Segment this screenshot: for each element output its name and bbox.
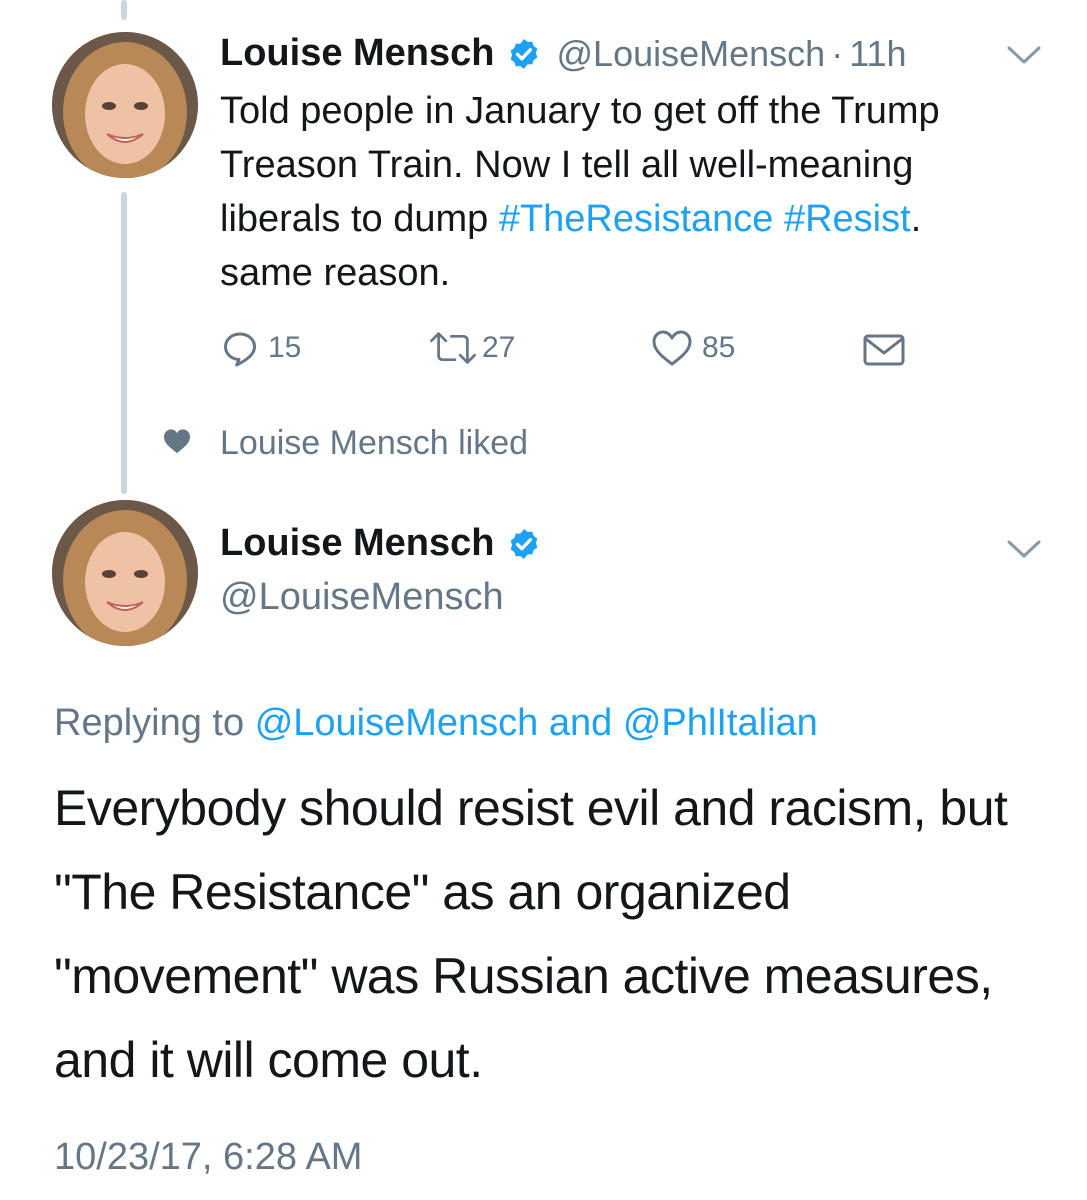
liked-context-text[interactable]: Louise Mensch liked (220, 424, 528, 463)
like-count: 85 (702, 331, 736, 364)
liked-context: Louise Mensch liked (162, 424, 528, 463)
author-handle[interactable]: @LouiseMensch (557, 33, 826, 75)
chevron-down-icon[interactable] (1006, 538, 1042, 560)
retweet-count: 27 (482, 331, 516, 364)
author-handle[interactable]: @LouiseMensch (220, 576, 504, 619)
reply-icon (220, 328, 260, 368)
tweet-1-header: Louise Mensch @LouiseMensch · 11h (220, 32, 907, 75)
thread-line-top (121, 0, 127, 20)
tweet-time[interactable]: 11h (849, 33, 906, 75)
separator-dot: · (831, 32, 844, 74)
reply-count: 15 (268, 331, 302, 364)
hashtag-space (773, 198, 784, 240)
tweet-timestamp[interactable]: 10/23/17, 6:28 AM (54, 1136, 362, 1179)
avatar[interactable] (52, 32, 198, 178)
hashtag-resist[interactable]: #Resist (784, 198, 911, 240)
reply-button[interactable]: 15 (220, 328, 301, 368)
replying-to: Replying to @LouiseMensch and @PhlItalia… (54, 702, 818, 745)
replying-and: and (548, 702, 613, 744)
retweet-icon (426, 328, 480, 368)
mention-phlitalian[interactable]: @PhlItalian (623, 702, 818, 744)
tweet-1-text: Told people in January to get off the Tr… (220, 84, 1010, 300)
author-name[interactable]: Louise Mensch (220, 522, 495, 565)
hashtag-theresistance[interactable]: #TheResistance (499, 198, 774, 240)
envelope-icon (862, 332, 906, 368)
direct-message-button[interactable] (862, 332, 906, 368)
heart-filled-icon (162, 427, 192, 460)
verified-badge-icon (507, 37, 541, 71)
replying-prefix: Replying to (54, 702, 245, 744)
tweet-2-text: Everybody should resist evil and racism,… (54, 780, 1008, 1088)
author-name[interactable]: Louise Mensch (220, 32, 495, 75)
thread-line (121, 192, 127, 494)
tweet-2-header: Louise Mensch (220, 522, 541, 565)
like-button[interactable]: 85 (650, 328, 735, 368)
chevron-down-icon[interactable] (1006, 44, 1042, 66)
retweet-button[interactable]: 27 (426, 328, 515, 368)
verified-badge-icon (507, 527, 541, 561)
heart-outline-icon (650, 328, 694, 368)
avatar[interactable] (52, 500, 198, 646)
mention-louisemensch[interactable]: @LouiseMensch (255, 702, 539, 744)
